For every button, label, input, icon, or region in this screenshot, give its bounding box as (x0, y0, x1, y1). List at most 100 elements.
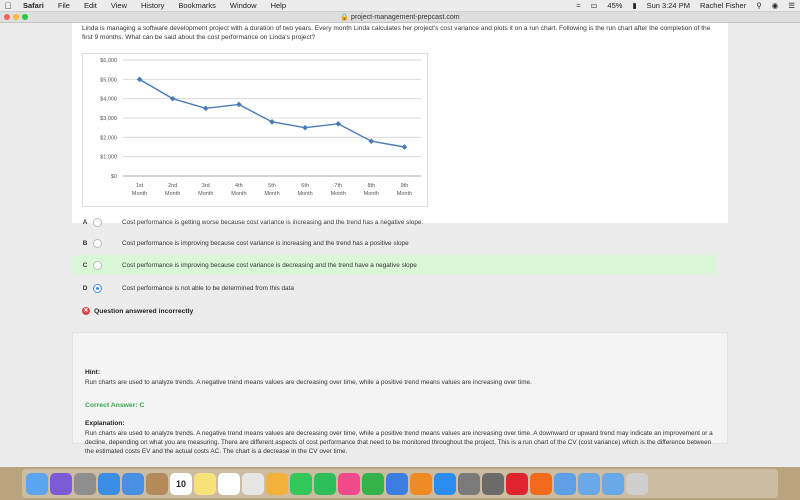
x-tick-label: 6th Month (297, 183, 312, 197)
opera-icon[interactable] (506, 472, 528, 495)
siri-icon[interactable] (50, 472, 72, 495)
address-bar[interactable]: 🔒 project-management-prepcast.com (0, 13, 800, 21)
reminders-icon[interactable] (218, 472, 240, 495)
menu-bookmarks[interactable]: Bookmarks (171, 1, 223, 10)
ibooks-icon[interactable] (410, 472, 432, 495)
mail-icon[interactable] (122, 472, 144, 495)
x-tick-label: 5th Month (264, 183, 279, 197)
photos-app-icon[interactable] (266, 472, 288, 495)
menu-extras: ≈ ▭ 45% ▮ Sun 3:24 PM Rachel Fisher ⚲ ◉ … (571, 1, 800, 10)
x-tick-label: 4th Month (231, 183, 246, 197)
result-status-text: Question answered incorrectly (94, 307, 194, 315)
user-name[interactable]: Rachel Fisher (695, 1, 751, 10)
menu-file[interactable]: File (51, 1, 77, 10)
run-chart-svg: $0 $1,000 $2,000 $3,000 $4,000 $5,000 $6,000 1s… (100, 58, 421, 197)
answer-text: Cost performance is getting worse becaus… (122, 218, 424, 226)
menu-edit[interactable]: Edit (77, 1, 104, 10)
data-point (269, 119, 275, 125)
answer-letter: C (82, 261, 88, 269)
firefox-icon[interactable] (530, 472, 552, 495)
folder-icon[interactable] (578, 472, 600, 495)
data-point (401, 144, 408, 150)
data-point (302, 124, 308, 131)
answer-text: Cost performance is improving because co… (122, 239, 409, 247)
y-tick-label: $4,000 (100, 97, 117, 103)
activity-icon[interactable] (482, 472, 504, 495)
data-point (202, 105, 209, 112)
y-tick-label: $3,000 (100, 116, 117, 122)
wifi-icon[interactable]: ≈ (571, 1, 585, 10)
siri-menu-icon[interactable]: ◉ (767, 1, 784, 10)
y-tick-label: $0 (111, 174, 117, 180)
answer-radio-d[interactable] (93, 283, 102, 293)
answer-radio-b[interactable] (93, 238, 102, 248)
clock[interactable]: Sun 3:24 PM (642, 1, 695, 10)
battery-icon[interactable]: ▮ (627, 1, 641, 10)
x-tick-label: 3rd Month (198, 183, 213, 197)
hint-text: Run charts are used to analyze trends. A… (85, 379, 532, 386)
menu-help[interactable]: Help (264, 1, 293, 10)
finder-icon[interactable] (26, 472, 48, 495)
itunes-icon[interactable] (338, 472, 360, 495)
x-tick-label: 2nd Month (165, 183, 180, 197)
answer-letter: A (82, 218, 88, 226)
answer-text: Cost performance is not able to be deter… (122, 284, 294, 292)
calendar-icon[interactable]: 10 (170, 472, 192, 495)
safari-icon[interactable] (98, 472, 120, 495)
messages-icon[interactable] (290, 472, 312, 495)
answer-option-c[interactable]: C Cost performance is improving because … (72, 255, 716, 275)
answer-option-d[interactable]: D Cost performance is not able to be det… (72, 278, 716, 298)
series-line (139, 78, 405, 148)
trash-icon[interactable] (626, 472, 648, 495)
menu-view[interactable]: View (104, 1, 134, 10)
keynote-icon[interactable] (386, 472, 408, 495)
notification-center-icon[interactable]: ☰ (783, 1, 800, 10)
data-point (335, 120, 342, 127)
apple-menu-icon[interactable]:  (0, 1, 16, 11)
lock-icon: 🔒 (340, 14, 350, 21)
answer-option-b[interactable]: B Cost performance is improving because … (72, 233, 716, 253)
notes-icon[interactable] (194, 472, 216, 495)
airplay-icon[interactable]: ▭ (585, 1, 602, 10)
facetime-icon[interactable] (314, 472, 336, 495)
menu-window[interactable]: Window (223, 1, 264, 10)
spotlight-icon[interactable]: ⚲ (751, 1, 767, 10)
app-store-icon[interactable] (434, 472, 456, 495)
y-tick-label: $6,000 (100, 58, 117, 64)
photos-icon[interactable] (242, 472, 264, 495)
url-text: project-management-prepcast.com (351, 14, 460, 21)
contacts-icon[interactable] (146, 472, 168, 495)
run-chart: $0 $1,000 $2,000 $3,000 $4,000 $5,000 $6,000 1s… (82, 53, 428, 207)
menu-history[interactable]: History (134, 1, 171, 10)
answer-option-a[interactable]: A Cost performance is getting worse beca… (72, 212, 716, 232)
menu-app-name[interactable]: Safari (16, 1, 51, 10)
x-tick-label: 9th Month (397, 183, 412, 197)
launchpad-icon[interactable] (74, 472, 96, 495)
hint-panel: Hint: Run charts are used to analyze tre… (72, 332, 728, 455)
menu-bar:  Safari File Edit View History Bookmark… (0, 0, 800, 12)
data-point (136, 76, 143, 83)
hint-label: Hint: (85, 369, 101, 376)
answer-text: Cost performance is improving because co… (122, 261, 417, 269)
battery-percent[interactable]: 45% (602, 1, 627, 10)
x-tick-label: 7th Month (331, 183, 346, 197)
explanation-text: Run charts are used to analyze trends. A… (85, 430, 713, 455)
answer-radio-c[interactable] (93, 260, 102, 270)
dock-background: 10 (0, 467, 800, 500)
explanation-label: Explanation: (85, 420, 125, 427)
preview-icon[interactable] (554, 472, 576, 495)
incorrect-icon: ✕ (82, 307, 90, 315)
answer-letter: D (82, 284, 88, 292)
x-tick-label: 8th Month (364, 183, 379, 197)
answer-letter: B (82, 239, 88, 247)
answer-radio-a[interactable] (93, 217, 102, 227)
result-status: ✕ Question answered incorrectly (82, 307, 193, 315)
dock: 10 (22, 469, 778, 498)
numbers-icon[interactable] (362, 472, 384, 495)
data-point (368, 138, 375, 145)
data-point (169, 95, 176, 102)
y-tick-label: $5,000 (100, 77, 117, 83)
downloads-icon[interactable] (602, 472, 624, 495)
correct-answer: Correct Answer: C (85, 402, 145, 409)
system-preferences-icon[interactable] (458, 472, 480, 495)
